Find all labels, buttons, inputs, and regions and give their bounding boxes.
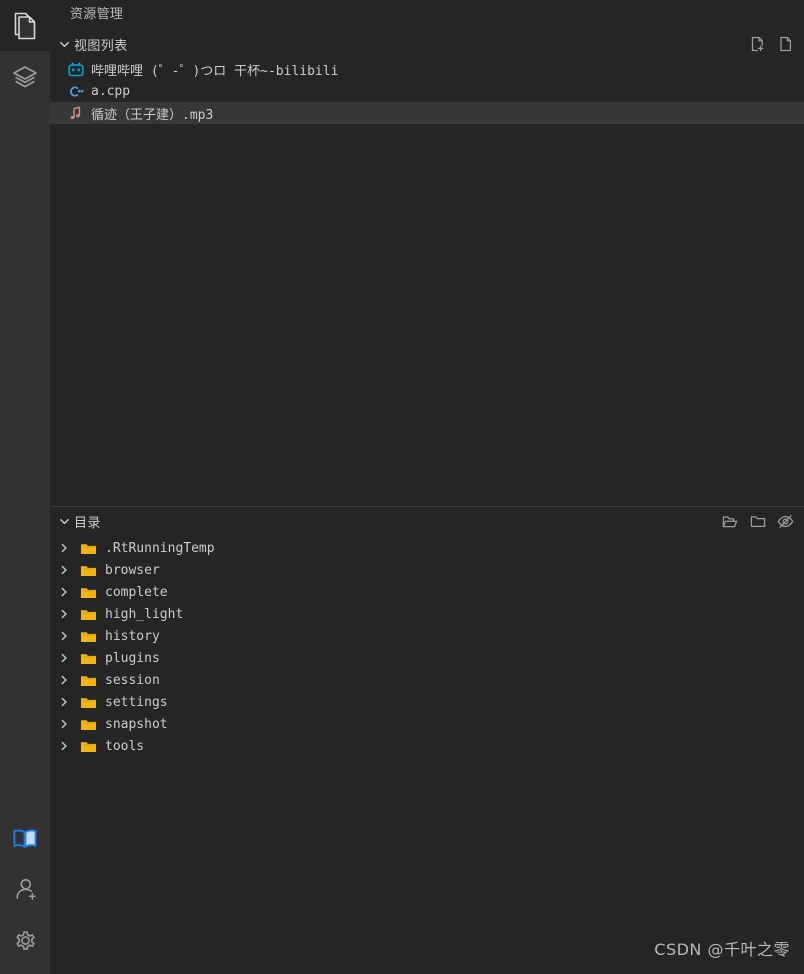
tree-row-label: browser bbox=[105, 562, 160, 578]
chevron-down-icon[interactable] bbox=[54, 510, 74, 532]
activity-bar bbox=[0, 0, 50, 974]
tree-row-label: .RtRunningTemp bbox=[105, 540, 215, 556]
folder-icon bbox=[80, 716, 97, 732]
folder-icon bbox=[80, 738, 97, 754]
list-item-label: 哔哩哔哩 (゜-゜)つロ 干杯~-bilibili bbox=[91, 63, 339, 79]
folder-icon bbox=[80, 672, 97, 688]
chevron-right-icon[interactable] bbox=[54, 603, 74, 625]
tree-row[interactable]: complete bbox=[50, 581, 804, 603]
tree-row-label: plugins bbox=[105, 650, 160, 666]
tree-row[interactable]: snapshot bbox=[50, 713, 804, 735]
chevron-right-icon[interactable] bbox=[54, 669, 74, 691]
activity-item-files[interactable] bbox=[0, 0, 50, 51]
folder-icon bbox=[80, 584, 97, 600]
tree-row-label: tools bbox=[105, 738, 145, 754]
directory-actions bbox=[721, 513, 798, 530]
view-list-section-header[interactable]: 视图列表 bbox=[50, 30, 804, 58]
add-user-icon bbox=[12, 876, 39, 903]
folder-icon bbox=[80, 540, 97, 556]
list-item[interactable]: 哔哩哔哩 (゜-゜)つロ 干杯~-bilibili bbox=[50, 58, 804, 80]
tree-row[interactable]: history bbox=[50, 625, 804, 647]
chevron-right-icon[interactable] bbox=[54, 581, 74, 603]
book-icon bbox=[12, 826, 38, 852]
chevron-right-icon[interactable] bbox=[54, 735, 74, 757]
chevron-right-icon[interactable] bbox=[54, 691, 74, 713]
tree-row-label: session bbox=[105, 672, 160, 688]
tree-row[interactable]: .RtRunningTemp bbox=[50, 537, 804, 559]
tree-row[interactable]: session bbox=[50, 669, 804, 691]
explorer-panel: 资源管理 视图列表 哔哩哔哩 (゜-゜)つロ 干杯~-bilibili a.cp… bbox=[50, 0, 804, 974]
layers-icon bbox=[11, 63, 39, 91]
chevron-right-icon[interactable] bbox=[54, 713, 74, 735]
folder-icon bbox=[80, 606, 97, 622]
folder-icon bbox=[80, 694, 97, 710]
directory-section-header[interactable]: 目录 bbox=[50, 506, 804, 535]
chevron-right-icon[interactable] bbox=[54, 625, 74, 647]
folder-icon[interactable] bbox=[749, 513, 766, 530]
list-item[interactable]: 循迹（王子建）.mp3 bbox=[50, 102, 804, 124]
files-icon bbox=[12, 11, 38, 41]
list-item[interactable]: a.cpp bbox=[50, 80, 804, 102]
eye-off-icon[interactable] bbox=[777, 513, 794, 530]
chevron-down-icon[interactable] bbox=[54, 33, 74, 55]
list-item-label: 循迹（王子建）.mp3 bbox=[91, 107, 214, 123]
tree-row-label: snapshot bbox=[105, 716, 168, 732]
directory-section-label: 目录 bbox=[74, 515, 101, 531]
activity-item-layers[interactable] bbox=[0, 51, 50, 102]
chevron-right-icon[interactable] bbox=[54, 559, 74, 581]
new-file-icon[interactable] bbox=[749, 36, 766, 53]
tree-row-label: complete bbox=[105, 584, 168, 600]
chevron-right-icon[interactable] bbox=[54, 647, 74, 669]
view-list-section-label: 视图列表 bbox=[74, 38, 128, 54]
tree-row-label: high_light bbox=[105, 606, 184, 622]
tree-row[interactable]: settings bbox=[50, 691, 804, 713]
chevron-right-icon[interactable] bbox=[54, 537, 74, 559]
view-list: 哔哩哔哩 (゜-゜)つロ 干杯~-bilibili a.cpp 循迹（王子建）.… bbox=[50, 58, 804, 506]
new-folder-icon[interactable] bbox=[721, 513, 738, 530]
cpp-icon bbox=[68, 83, 84, 99]
tree-row[interactable]: browser bbox=[50, 559, 804, 581]
activity-bar-top-group bbox=[0, 0, 50, 102]
gear-icon bbox=[12, 927, 39, 954]
page-title: 资源管理 bbox=[70, 7, 124, 22]
file-icon[interactable] bbox=[777, 36, 794, 53]
explorer-app: 资源管理 视图列表 哔哩哔哩 (゜-゜)つロ 干杯~-bilibili a.cp… bbox=[0, 0, 804, 974]
directory-tree: .RtRunningTemp browser complete high_lig… bbox=[50, 535, 804, 974]
tree-row[interactable]: tools bbox=[50, 735, 804, 757]
view-list-actions bbox=[749, 36, 798, 53]
list-item-label: a.cpp bbox=[91, 83, 131, 99]
tree-row-label: settings bbox=[105, 694, 168, 710]
activity-item-book[interactable] bbox=[0, 813, 50, 864]
tree-row-label: history bbox=[105, 628, 160, 644]
folder-icon bbox=[80, 628, 97, 644]
tree-row[interactable]: high_light bbox=[50, 603, 804, 625]
music-note-icon bbox=[68, 105, 84, 121]
folder-icon bbox=[80, 650, 97, 666]
folder-icon bbox=[80, 562, 97, 578]
activity-item-settings[interactable] bbox=[0, 915, 50, 966]
activity-item-account[interactable] bbox=[0, 864, 50, 915]
bilibili-icon bbox=[68, 61, 84, 77]
tree-row[interactable]: plugins bbox=[50, 647, 804, 669]
activity-bar-bottom-group bbox=[0, 813, 50, 974]
